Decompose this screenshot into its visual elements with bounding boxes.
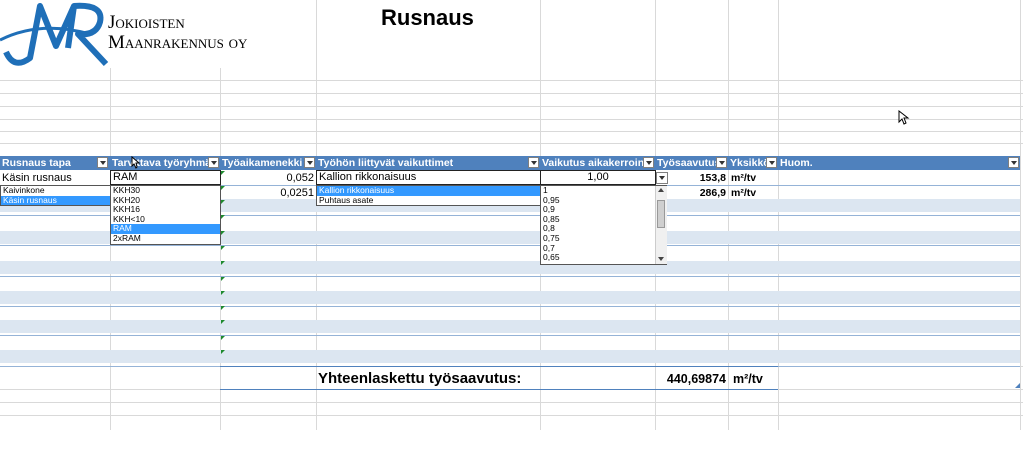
- cell-tyoryhma[interactable]: RAM: [113, 171, 137, 184]
- header-aikakerroin: Vaikutus aikakerroin: [540, 156, 655, 170]
- grid-row-line: [0, 93, 1023, 94]
- total-unit: m²/tv: [733, 372, 763, 386]
- grid-row-line: [0, 131, 1023, 132]
- cell-error-indicator: [221, 200, 225, 204]
- header-vaikuttimet: Työhön liittyvät vaikuttimet: [316, 156, 540, 170]
- dropdown-list-tyoryhma[interactable]: KKH30 KKH20 KKH16 KKH<10 RAM 2xRAM: [110, 185, 221, 245]
- scroll-down-arrow[interactable]: [658, 257, 664, 261]
- table-row-line: [0, 306, 1020, 307]
- cell-tyoaikamenekki: 0,0251: [280, 187, 314, 199]
- total-row-top-line: [220, 366, 778, 367]
- filter-dropdown-button[interactable]: [528, 157, 539, 168]
- cell-error-indicator: [221, 291, 225, 295]
- dropdown-option[interactable]: Puhtaus asate: [317, 195, 540, 206]
- grid-row-line: [0, 143, 1023, 144]
- cell-error-indicator: [221, 306, 225, 310]
- header-rusnaus-tapa: Rusnaus tapa: [0, 156, 110, 170]
- dropdown-option[interactable]: 2xRAM: [111, 233, 220, 244]
- filter-dropdown-button[interactable]: [716, 157, 727, 168]
- filter-dropdown-button[interactable]: [97, 157, 108, 168]
- cell-kerroin[interactable]: 1,00: [540, 171, 656, 184]
- grid-row-line: [0, 80, 1023, 81]
- cell-error-indicator: [221, 277, 225, 281]
- cell-vaikutin[interactable]: Kallion rikkonaisuus: [319, 171, 416, 184]
- cell-error-indicator: [221, 320, 225, 324]
- table-row-line: [0, 335, 1020, 336]
- table-row-band: [0, 291, 1020, 304]
- mouse-pointer-icon: [131, 156, 141, 169]
- company-logo: Jokioisten Maanrakennus oy: [0, 0, 300, 68]
- dropdown-option[interactable]: 0,75: [541, 233, 666, 244]
- mouse-pointer-icon: [898, 110, 910, 125]
- header-tyoryhma: Tarvittava työryhmä: [110, 156, 220, 170]
- cell-tyosaavutus: 153,8: [699, 172, 726, 184]
- table-row-line: [0, 245, 1020, 246]
- cell-error-indicator: [221, 261, 225, 265]
- cell-yksikko: m²/tv: [731, 187, 757, 199]
- company-name-line1: Jokioisten: [108, 12, 185, 33]
- dropdown-list-vaikuttimet[interactable]: Kallion rikkonaisuus Puhtaus asate: [316, 185, 541, 206]
- grid-row-line: [0, 415, 1023, 416]
- table-row-band: [0, 320, 1020, 333]
- sheet-title: Rusnaus: [381, 5, 474, 30]
- cell-yksikko: m²/tv: [731, 172, 757, 184]
- cell-error-indicator: [221, 246, 225, 250]
- table-row-line: [0, 276, 1020, 277]
- cell-error-indicator: [221, 336, 225, 340]
- cell-tyoaikamenekki: 0,052: [286, 172, 314, 184]
- company-name-line2: Maanrakennus oy: [108, 32, 248, 53]
- grid-row-line: [0, 119, 1023, 120]
- cell-error-indicator: [221, 231, 225, 235]
- dropdown-option[interactable]: Käsin rusnaus: [1, 195, 110, 206]
- dropdown-scrollbar[interactable]: [655, 186, 667, 264]
- cell-error-indicator: [221, 350, 225, 354]
- filter-dropdown-button[interactable]: [1008, 157, 1019, 168]
- dropdown-option[interactable]: 0,85: [541, 214, 666, 225]
- grid-row-line: [0, 106, 1023, 107]
- table-row-band: [0, 350, 1020, 363]
- grid-row-line: [0, 402, 1023, 403]
- cell-error-indicator: [221, 215, 225, 219]
- header-huom: Huom.: [778, 156, 1020, 170]
- filter-dropdown-button[interactable]: [643, 157, 654, 168]
- dropdown-option[interactable]: 0,95: [541, 195, 666, 206]
- cell-error-indicator: [221, 171, 225, 175]
- table-row-band: [0, 261, 1020, 274]
- dropdown-list-rusnaus-tapa[interactable]: Kaivinkone Käsin rusnaus: [0, 185, 111, 206]
- filter-dropdown-button[interactable]: [304, 157, 315, 168]
- cell-error-indicator: [221, 186, 225, 190]
- grid-col-line: [110, 68, 111, 430]
- filter-dropdown-button[interactable]: [766, 157, 777, 168]
- scroll-thumb[interactable]: [657, 200, 665, 228]
- filter-dropdown-button[interactable]: [208, 157, 219, 168]
- scroll-up-arrow[interactable]: [658, 188, 664, 192]
- table-resize-handle[interactable]: [1015, 383, 1020, 388]
- total-label: Yhteenlaskettu työsaavutus:: [318, 370, 522, 387]
- header-tyoaikamenekki: Työaikamenekki: [220, 156, 316, 170]
- cell-rusnaus-tapa[interactable]: Käsin rusnaus: [2, 172, 72, 185]
- dropdown-option[interactable]: 0,65: [541, 253, 666, 263]
- dropdown-list-aikakerroin[interactable]: 1 0,95 0,9 0,85 0,8 0,75 0,7 0,65: [540, 185, 667, 265]
- total-row-bottom-line: [220, 389, 778, 390]
- total-value: 440,69874: [666, 372, 726, 386]
